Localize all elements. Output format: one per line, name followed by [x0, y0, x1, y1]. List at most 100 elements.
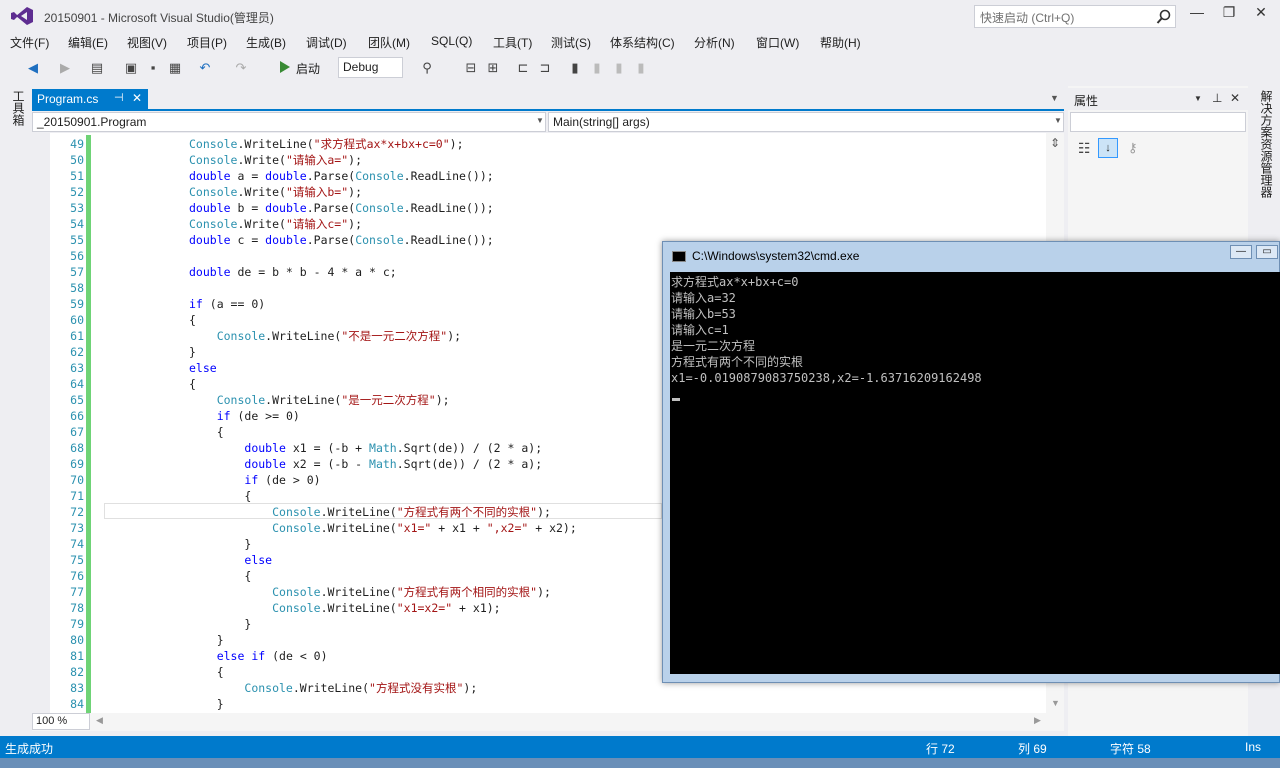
code-line[interactable]: 54 Console.Write("请输入c=");	[32, 216, 1032, 232]
start-button-label[interactable]: 启动	[296, 60, 320, 77]
maximize-icon[interactable]: ▭	[1256, 245, 1278, 259]
properties-object-select[interactable]	[1070, 112, 1246, 132]
solution-explorer-tab[interactable]: 解决方案资源管理器	[1256, 90, 1273, 198]
menu-edit[interactable]: 编辑(E)	[68, 34, 108, 51]
scroll-right-icon[interactable]: ▶	[1034, 715, 1041, 726]
line-number: 73	[70, 521, 84, 535]
visual-studio-logo-icon	[11, 7, 33, 25]
prev-bookmark-icon[interactable]: ▮	[588, 59, 606, 77]
line-number: 83	[70, 681, 84, 695]
menu-file[interactable]: 文件(F)	[10, 34, 49, 51]
line-number: 79	[70, 617, 84, 631]
menu-team[interactable]: 团队(M)	[368, 34, 410, 51]
bookmark-icon[interactable]: ▮	[566, 59, 584, 77]
console-output	[670, 272, 1280, 674]
class-navigator-select[interactable]: _20150901.Program	[32, 112, 546, 132]
menu-analyze[interactable]: 分析(N)	[694, 34, 735, 51]
find-icon[interactable]: ⚲	[418, 59, 436, 77]
line-number: 49	[70, 137, 84, 151]
panel-close-icon[interactable]: ✕	[1230, 91, 1240, 105]
align-left-icon[interactable]: ⊟	[462, 59, 480, 77]
open-file-icon[interactable]: ▣	[122, 59, 140, 77]
code-line[interactable]: 53 double b = double.Parse(Console.ReadLi…	[32, 200, 1032, 216]
start-icon[interactable]	[278, 60, 292, 74]
code-text: double de = b * b - 4 * a * c;	[189, 265, 397, 279]
menu-window[interactable]: 窗口(W)	[756, 34, 799, 51]
menu-tools[interactable]: 工具(T)	[493, 34, 532, 51]
forward-icon[interactable]: ▶	[56, 59, 74, 77]
solution-config-select[interactable]: Debug	[338, 57, 403, 78]
code-line[interactable]: 49 Console.WriteLine("求方程式ax*x+bx+c=0");	[32, 136, 1032, 152]
comment-icon[interactable]: ⊏	[514, 59, 532, 77]
menu-architecture[interactable]: 体系结构(C)	[610, 34, 675, 51]
code-line[interactable]: 52 Console.Write("请输入b=");	[32, 184, 1032, 200]
line-number: 66	[70, 409, 84, 423]
restore-icon[interactable]: ❐	[1214, 4, 1244, 24]
console-line: 请输入b=53	[671, 307, 736, 321]
code-text: Console.WriteLine("方程式有两个不同的实根");	[272, 505, 551, 519]
code-line[interactable]: 50 Console.Write("请输入a=");	[32, 152, 1032, 168]
menu-help[interactable]: 帮助(H)	[820, 34, 861, 51]
line-number: 77	[70, 585, 84, 599]
line-number: 51	[70, 169, 84, 183]
quick-launch-input[interactable]: 快速启动 (Ctrl+Q)	[974, 5, 1176, 28]
horizontal-scrollbar[interactable]	[32, 713, 1064, 731]
next-bookmark-icon[interactable]: ▮	[610, 59, 628, 77]
close-icon[interactable]: ✕	[1246, 4, 1276, 24]
menu-view[interactable]: 视图(V)	[127, 34, 167, 51]
line-number: 82	[70, 665, 84, 679]
chevron-down-icon[interactable]: ▼	[536, 116, 544, 125]
menu-build[interactable]: 生成(B)	[246, 34, 286, 51]
redo-icon[interactable]: ↷	[232, 59, 250, 77]
new-project-icon[interactable]: ▤	[88, 59, 106, 77]
panel-dropdown-icon[interactable]: ▼	[1194, 94, 1202, 103]
code-line[interactable]: 51 double a = double.Parse(Console.ReadLi…	[32, 168, 1032, 184]
console-line: x1=-0.0190879083750238,x2=-1.63716209162…	[671, 371, 982, 385]
scroll-down-icon[interactable]: ▼	[1051, 698, 1060, 708]
code-text: {	[189, 313, 196, 327]
minimize-icon[interactable]: —	[1230, 245, 1252, 259]
uncomment-icon[interactable]: ⊐	[536, 59, 554, 77]
member-navigator-select[interactable]: Main(string[] args)	[548, 112, 1064, 132]
code-text: {	[189, 425, 224, 439]
clear-bookmarks-icon[interactable]: ▮	[632, 59, 650, 77]
code-text: if (de >= 0)	[216, 409, 300, 423]
tab-dropdown-icon[interactable]: ▼	[1050, 93, 1059, 103]
pin-icon[interactable]: ⊥	[1212, 91, 1222, 105]
tab-program-cs[interactable]: Program.cs ⊣ ✕	[32, 89, 148, 110]
save-all-icon[interactable]: ▦	[166, 59, 184, 77]
alphabetical-icon[interactable]: ↓	[1098, 138, 1118, 158]
code-text: else	[244, 553, 273, 567]
code-text: Console.Write("请输入a=");	[189, 153, 362, 167]
split-editor-icon[interactable]: ⇕	[1050, 136, 1060, 150]
categorized-icon[interactable]: ☷	[1078, 140, 1091, 157]
line-number: 54	[70, 217, 84, 231]
pin-icon[interactable]: ⊣	[114, 91, 124, 104]
chevron-down-icon[interactable]: ▼	[1054, 116, 1062, 125]
code-line[interactable]: 84 }	[32, 696, 1032, 712]
line-number: 59	[70, 297, 84, 311]
minimize-icon[interactable]: —	[1182, 4, 1212, 24]
menu-project[interactable]: 项目(P)	[187, 34, 227, 51]
code-text: {	[189, 569, 252, 583]
console-cursor	[672, 398, 680, 401]
line-number: 53	[70, 201, 84, 215]
undo-icon[interactable]: ↶	[196, 59, 214, 77]
menu-sql[interactable]: SQL(Q)	[431, 34, 472, 48]
tab-well-underline	[32, 109, 1064, 111]
search-icon[interactable]	[1156, 9, 1172, 25]
back-icon[interactable]: ◀	[24, 59, 42, 77]
toolbox-tab[interactable]: 工具箱	[8, 90, 25, 126]
align-right-icon[interactable]: ⊞	[484, 59, 502, 77]
save-icon[interactable]: ▪	[144, 59, 162, 77]
line-number: 60	[70, 313, 84, 327]
code-text: else if (de < 0)	[216, 649, 328, 663]
menu-test[interactable]: 测试(S)	[551, 34, 591, 51]
scroll-left-icon[interactable]: ◀	[96, 715, 103, 726]
property-pages-icon[interactable]: ⚷	[1128, 140, 1138, 156]
tab-close-icon[interactable]: ✕	[132, 91, 142, 105]
zoom-level-select[interactable]: 100 %	[32, 713, 90, 730]
menu-debug[interactable]: 调试(D)	[306, 34, 347, 51]
code-text: Console.WriteLine("不是一元二次方程");	[216, 329, 462, 343]
code-text: Console.WriteLine("是一元二次方程");	[216, 393, 450, 407]
